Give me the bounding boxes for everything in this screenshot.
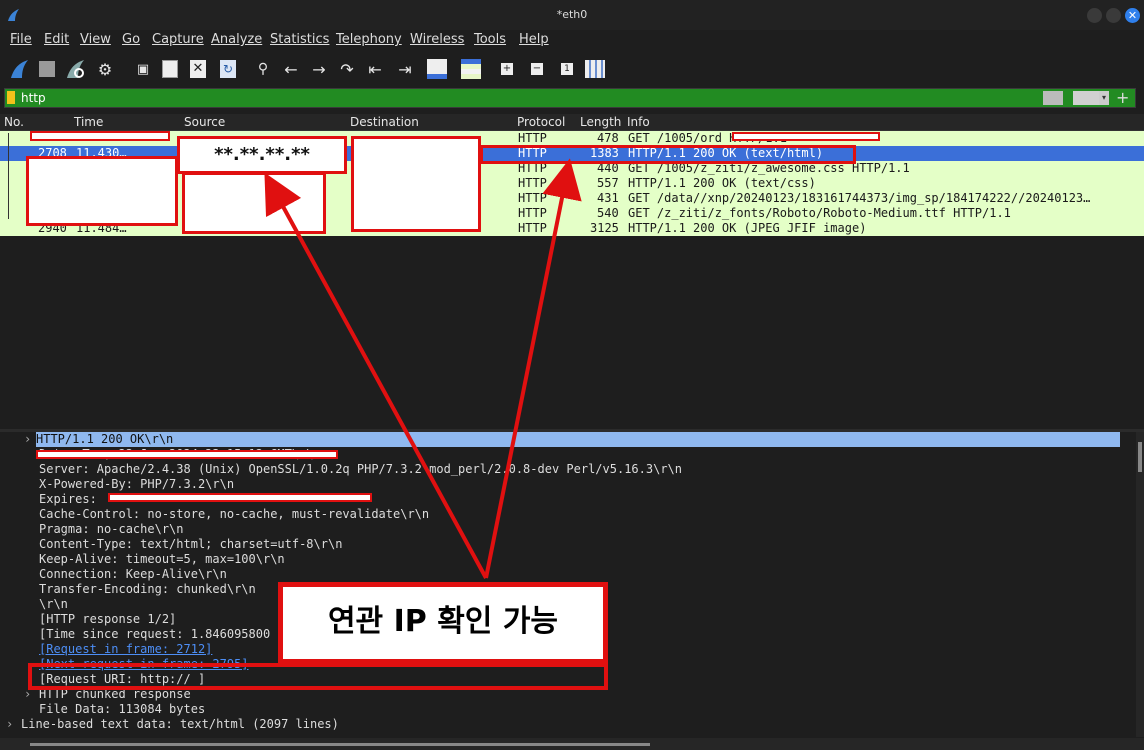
details-vertical-scrollbar[interactable] <box>1136 432 1144 737</box>
details-horizontal-scrollbar[interactable] <box>0 738 1144 750</box>
callout-label: 연관 IP 확인 가능 <box>278 582 608 664</box>
arrow-to-source-ip <box>264 172 488 579</box>
scrollbar-thumb[interactable] <box>30 743 650 746</box>
scrollbar-thumb[interactable] <box>1138 442 1142 472</box>
arrow-to-highlighted-packet <box>484 158 582 579</box>
